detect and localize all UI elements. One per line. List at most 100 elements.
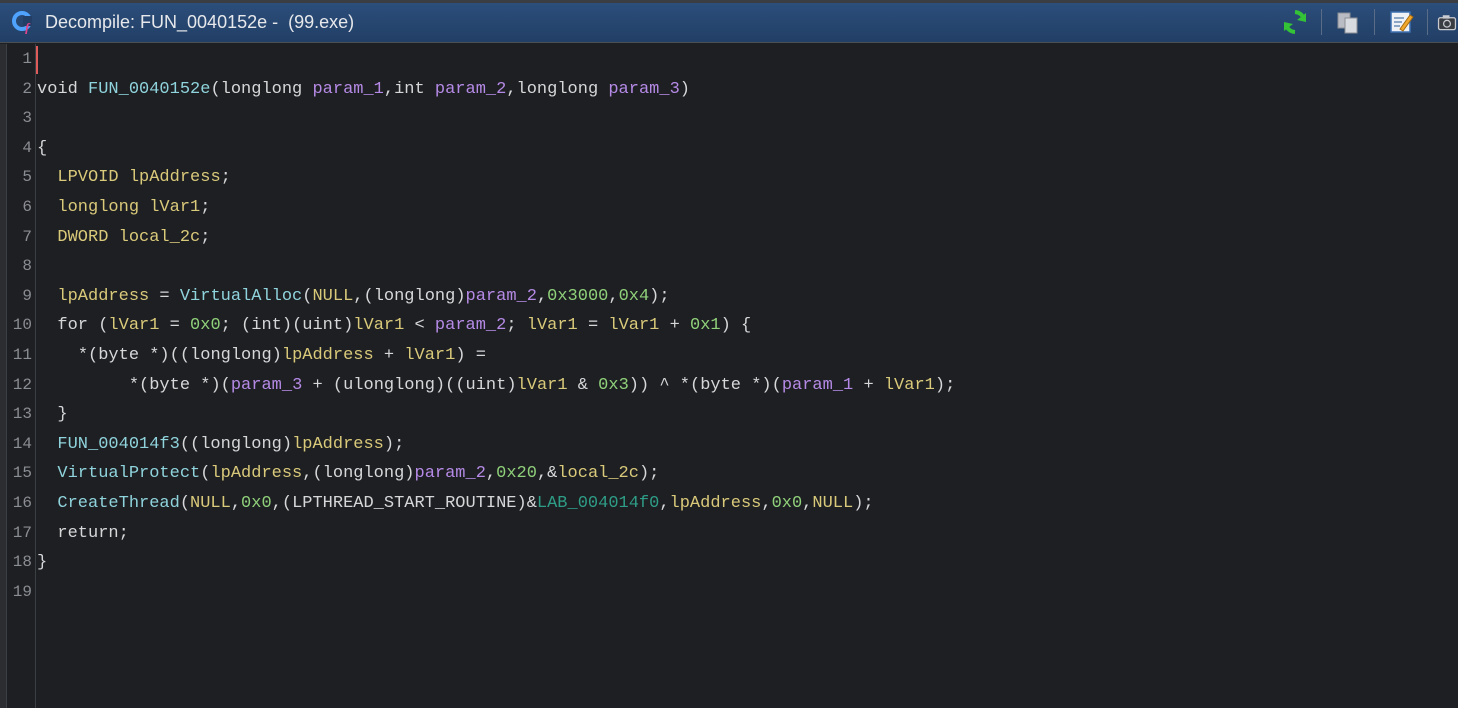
- code-token[interactable]: ): [506, 376, 516, 395]
- code-token[interactable]: ;: [200, 228, 210, 247]
- snapshot-button[interactable]: [1436, 7, 1458, 37]
- code-token[interactable]: )) ^ *(: [629, 376, 700, 395]
- code-token[interactable]: longlong: [221, 80, 313, 99]
- code-token[interactable]: &: [568, 376, 599, 395]
- code-token[interactable]: );: [935, 376, 955, 395]
- code-token[interactable]: (: [180, 494, 190, 513]
- code-token[interactable]: LAB_004014f0: [537, 494, 659, 513]
- code-token[interactable]: ,(: [302, 464, 322, 483]
- code-token[interactable]: ): [680, 80, 690, 99]
- code-token[interactable]: ,&: [537, 464, 557, 483]
- code-token[interactable]: uint: [302, 316, 343, 335]
- code-line[interactable]: 15 VirtualProtect(lpAddress,(longlong)pa…: [0, 459, 1458, 489]
- edit-button[interactable]: [1383, 7, 1419, 37]
- code-token[interactable]: *(: [129, 376, 149, 395]
- code-token[interactable]: ) {: [721, 316, 752, 335]
- code-token[interactable]: lVar1: [404, 346, 455, 365]
- code-token[interactable]: 0x0: [772, 494, 803, 513]
- code-token[interactable]: ,: [506, 80, 516, 99]
- code-token[interactable]: local_2c: [119, 228, 201, 247]
- code-token[interactable]: )&: [517, 494, 537, 513]
- code-token[interactable]: ,: [231, 494, 241, 513]
- code-token[interactable]: ): [455, 287, 465, 306]
- code-line[interactable]: 5 LPVOID lpAddress;: [0, 163, 1458, 193]
- code-line[interactable]: 12 *(byte *)(param_3 + (ulonglong)((uint…: [0, 371, 1458, 401]
- code-token[interactable]: 0x3000: [547, 287, 608, 306]
- code-token[interactable]: =: [149, 287, 180, 306]
- code-token[interactable]: ;: [221, 168, 231, 187]
- code-line[interactable]: 9 lpAddress = VirtualAlloc(NULL,(longlon…: [0, 282, 1458, 312]
- code-line[interactable]: 16 CreateThread(NULL,0x0,(LPTHREAD_START…: [0, 489, 1458, 519]
- code-token[interactable]: LPTHREAD_START_ROUTINE: [292, 494, 516, 513]
- code-token[interactable]: (: [210, 80, 220, 99]
- code-line[interactable]: 13 }: [0, 400, 1458, 430]
- code-token[interactable]: ,: [802, 494, 812, 513]
- code-token[interactable]: +: [659, 316, 690, 335]
- code-token[interactable]: + (: [302, 376, 343, 395]
- code-token[interactable]: param_2: [435, 80, 506, 99]
- code-token[interactable]: )((: [435, 376, 466, 395]
- code-token[interactable]: );: [853, 494, 873, 513]
- code-token[interactable]: ,: [608, 287, 618, 306]
- code-token[interactable]: int: [251, 316, 282, 335]
- code-token[interactable]: [37, 198, 57, 217]
- code-token[interactable]: 0x20: [496, 464, 537, 483]
- code-token[interactable]: );: [649, 287, 669, 306]
- code-token[interactable]: lpAddress: [210, 464, 302, 483]
- code-token[interactable]: param_3: [231, 376, 302, 395]
- code-token[interactable]: 0x1: [690, 316, 721, 335]
- code-token[interactable]: *)(: [200, 376, 231, 395]
- code-line[interactable]: 8: [0, 252, 1458, 282]
- code-token[interactable]: void: [37, 80, 88, 99]
- code-token[interactable]: FUN_0040152e: [88, 80, 210, 99]
- code-token[interactable]: );: [384, 435, 404, 454]
- code-line[interactable]: 10 for (lVar1 = 0x0; (int)(uint)lVar1 < …: [0, 311, 1458, 341]
- code-token[interactable]: lpAddress: [129, 168, 221, 187]
- code-token[interactable]: ;: [506, 316, 526, 335]
- code-token[interactable]: );: [639, 464, 659, 483]
- code-line[interactable]: 11 *(byte *)((longlong)lpAddress + lVar1…: [0, 341, 1458, 371]
- code-token[interactable]: 0x4: [619, 287, 650, 306]
- code-token[interactable]: param_2: [415, 464, 486, 483]
- code-line[interactable]: 14 FUN_004014f3((longlong)lpAddress);: [0, 430, 1458, 460]
- code-token[interactable]: (: [302, 287, 312, 306]
- code-token[interactable]: 0x0: [190, 316, 221, 335]
- code-token[interactable]: [37, 346, 78, 365]
- code-token[interactable]: 0x0: [241, 494, 272, 513]
- code-token[interactable]: param_2: [435, 316, 506, 335]
- code-token[interactable]: ,: [761, 494, 771, 513]
- code-token[interactable]: (: [98, 316, 108, 335]
- code-token[interactable]: lpAddress: [282, 346, 374, 365]
- copy-button[interactable]: [1330, 7, 1366, 37]
- code-token[interactable]: local_2c: [557, 464, 639, 483]
- code-token[interactable]: longlong: [57, 198, 149, 217]
- code-token[interactable]: ): [282, 435, 292, 454]
- code-token[interactable]: {: [37, 139, 47, 158]
- code-editor[interactable]: 1 2 void FUN_0040152e(longlong param_1,int…: [0, 44, 1458, 708]
- code-token[interactable]: for: [37, 316, 98, 335]
- code-line[interactable]: 17 return;: [0, 519, 1458, 549]
- code-token[interactable]: )(: [282, 316, 302, 335]
- code-token[interactable]: param_2: [466, 287, 537, 306]
- code-token[interactable]: byte: [700, 376, 751, 395]
- code-token[interactable]: lpAddress: [670, 494, 762, 513]
- code-token[interactable]: lVar1: [149, 198, 200, 217]
- code-token[interactable]: NULL: [312, 287, 353, 306]
- code-token[interactable]: CreateThread: [57, 494, 179, 513]
- code-token[interactable]: ,: [659, 494, 669, 513]
- code-line[interactable]: 1: [0, 45, 1458, 75]
- code-line[interactable]: 7 DWORD local_2c;: [0, 223, 1458, 253]
- code-token[interactable]: ulonglong: [343, 376, 435, 395]
- code-token[interactable]: ;: [200, 198, 210, 217]
- code-token[interactable]: ,(: [272, 494, 292, 513]
- code-token[interactable]: param_1: [782, 376, 853, 395]
- code-line[interactable]: 3: [0, 104, 1458, 134]
- code-token[interactable]: longlong: [374, 287, 456, 306]
- code-token[interactable]: [37, 405, 57, 424]
- code-token[interactable]: 0x3: [598, 376, 629, 395]
- code-token[interactable]: lpAddress: [57, 287, 149, 306]
- code-token[interactable]: ,(: [353, 287, 373, 306]
- code-token[interactable]: *)(: [751, 376, 782, 395]
- code-token[interactable]: ; (: [221, 316, 252, 335]
- code-token[interactable]: [37, 464, 57, 483]
